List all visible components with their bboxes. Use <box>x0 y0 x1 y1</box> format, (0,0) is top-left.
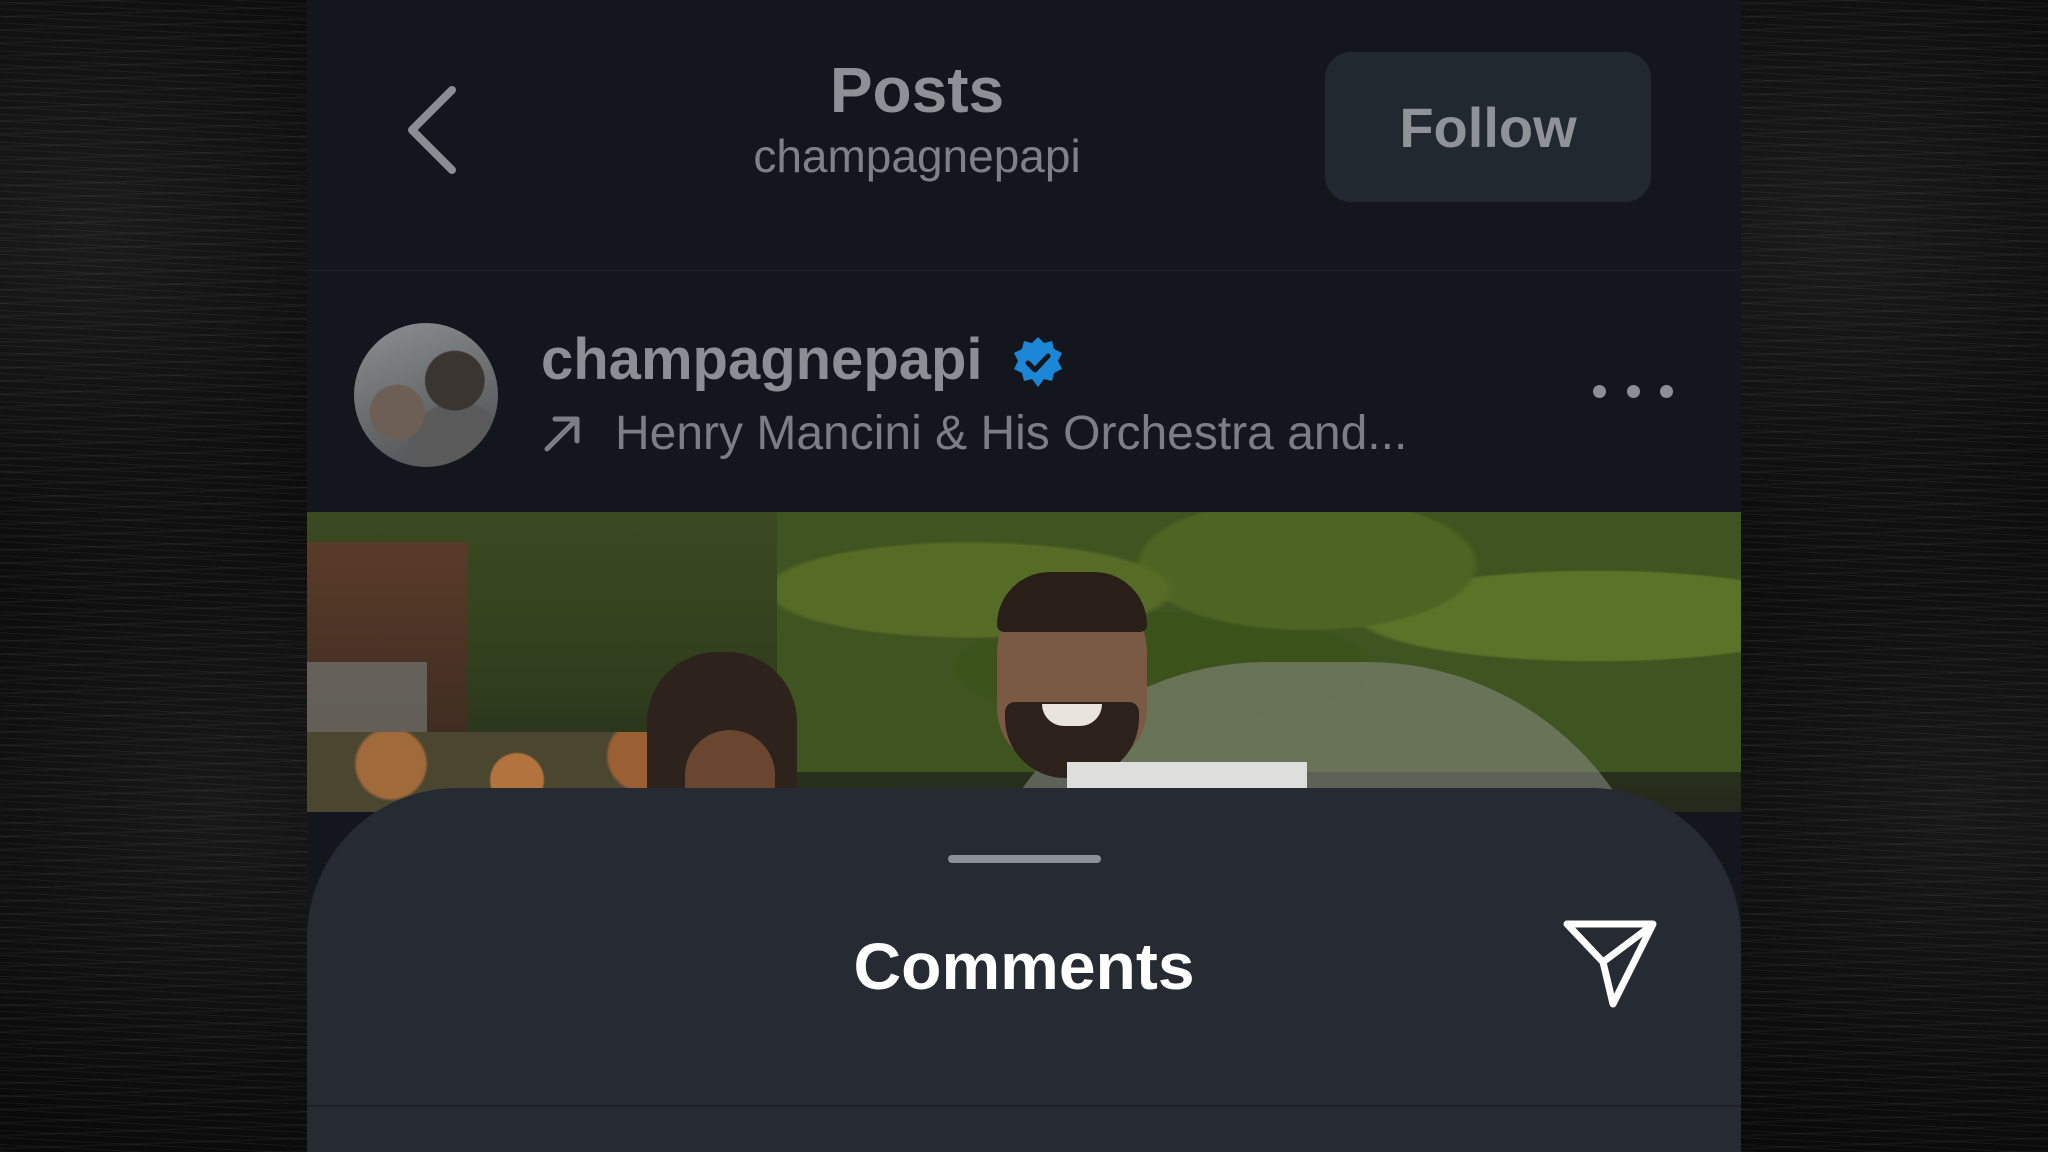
screenshot-stage: Posts champagnepapi Follow champagnepapi… <box>0 0 2048 1152</box>
send-icon <box>1563 920 1657 1008</box>
music-attribution[interactable]: Henry Mancini & His Orchestra and... <box>541 401 1407 465</box>
right-grunge-border <box>1741 0 2048 1152</box>
post-photo[interactable] <box>307 512 1741 812</box>
more-dot-icon <box>1626 384 1640 398</box>
comments-title: Comments <box>853 929 1195 1003</box>
sheet-grabber[interactable] <box>948 855 1101 863</box>
photo-man-hair <box>997 572 1147 632</box>
page-title: Posts <box>829 54 1005 126</box>
back-button[interactable] <box>397 80 467 180</box>
follow-button[interactable]: Follow <box>1325 52 1651 202</box>
more-dot-icon <box>1593 384 1606 398</box>
header-title-group: Posts champagnepapi <box>707 52 1127 184</box>
sheet-divider <box>307 1105 1741 1107</box>
phone-screen: Posts champagnepapi Follow champagnepapi… <box>307 0 1741 1152</box>
posts-header: Posts champagnepapi Follow <box>307 0 1741 271</box>
arrow-up-right-icon <box>544 416 580 452</box>
music-track-label: Henry Mancini & His Orchestra and... <box>615 406 1408 460</box>
post-header: champagnepapi Henry Mancini & His Orches… <box>307 271 1741 511</box>
more-dot-icon <box>1660 384 1673 398</box>
page-subtitle: champagnepapi <box>753 130 1081 182</box>
share-button[interactable] <box>1555 912 1665 1012</box>
avatar[interactable] <box>354 323 498 467</box>
more-options-button[interactable] <box>1593 371 1673 411</box>
chevron-left-icon <box>408 86 456 174</box>
verified-badge-icon <box>1014 337 1062 387</box>
left-grunge-border <box>0 0 307 1152</box>
comments-sheet: Comments <box>307 788 1741 1152</box>
post-username[interactable]: champagnepapi <box>541 325 983 395</box>
